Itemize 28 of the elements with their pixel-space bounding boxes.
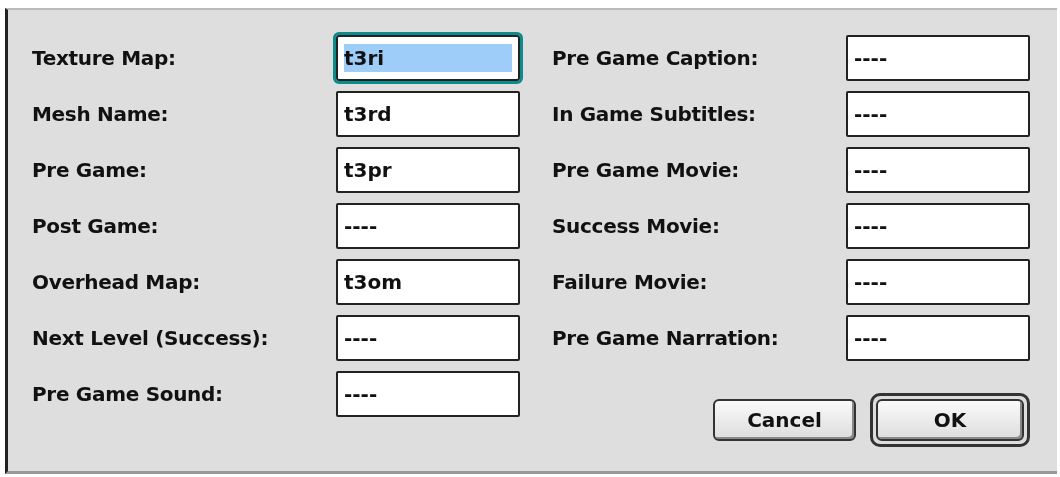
field-label: Failure Movie: (552, 270, 709, 294)
field-label: Pre Game Sound: (32, 382, 224, 406)
field-label: Mesh Name: (32, 102, 170, 126)
field-label: Success Movie: (552, 214, 721, 238)
field-label: In Game Subtitles: (552, 102, 757, 126)
text-field[interactable]: ---- (336, 315, 520, 361)
text-field[interactable]: ---- (846, 147, 1030, 193)
field-label: Pre Game Narration: (552, 326, 780, 350)
text-field[interactable]: ---- (846, 91, 1030, 137)
text-field[interactable]: t3om (336, 259, 520, 305)
field-label: Pre Game Movie: (552, 158, 740, 182)
field-label: Post Game: (32, 214, 160, 238)
text-field[interactable]: ---- (336, 203, 520, 249)
cancel-button[interactable]: Cancel (713, 399, 856, 441)
field-label: Next Level (Success): (32, 326, 270, 350)
field-label: Texture Map: (32, 46, 177, 70)
text-field[interactable]: ---- (336, 371, 520, 417)
text-field[interactable]: t3ri (336, 35, 520, 81)
text-field[interactable]: ---- (846, 315, 1030, 361)
field-label: Pre Game Caption: (552, 46, 760, 70)
text-field[interactable]: t3rd (336, 91, 520, 137)
text-field[interactable]: t3pr (336, 147, 520, 193)
ok-button[interactable]: OK (876, 399, 1024, 441)
text-field[interactable]: ---- (846, 35, 1030, 81)
text-field[interactable]: ---- (846, 259, 1030, 305)
field-label: Pre Game: (32, 158, 148, 182)
text-field[interactable]: ---- (846, 203, 1030, 249)
field-label: Overhead Map: (32, 270, 201, 294)
